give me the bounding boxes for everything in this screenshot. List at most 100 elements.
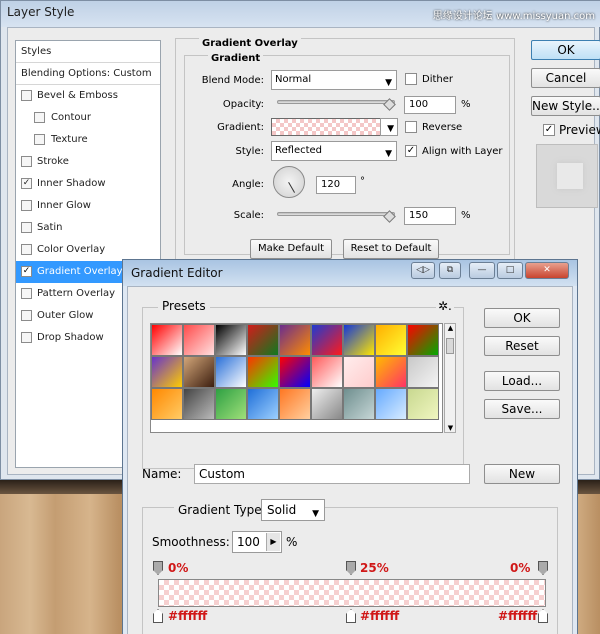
preset-swatch[interactable] bbox=[375, 356, 407, 388]
effect-label: Outer Glow bbox=[37, 310, 94, 321]
size-toggle-icon[interactable]: ◁▷ bbox=[411, 262, 435, 279]
gradient-overlay-title: Gradient Overlay bbox=[199, 38, 301, 49]
name-input[interactable]: Custom bbox=[194, 464, 470, 484]
opacity-stop-mid-value: 25% bbox=[360, 561, 389, 575]
preset-swatch[interactable] bbox=[215, 324, 247, 356]
effect-checkbox[interactable] bbox=[34, 134, 45, 145]
smoothness-value: 100 bbox=[237, 535, 260, 549]
preset-swatch[interactable] bbox=[151, 388, 183, 420]
scroll-thumb[interactable] bbox=[446, 338, 454, 354]
preset-swatch[interactable] bbox=[247, 356, 279, 388]
effect-checkbox[interactable] bbox=[34, 112, 45, 123]
scroll-down-icon[interactable]: ▼ bbox=[446, 424, 455, 432]
color-stop-left-value: #ffffff bbox=[168, 609, 208, 623]
new-style-button[interactable]: New Style... bbox=[531, 96, 600, 116]
preset-swatch[interactable] bbox=[215, 388, 247, 420]
gradient-preview-bar[interactable] bbox=[158, 579, 546, 607]
scroll-up-icon[interactable]: ▲ bbox=[446, 324, 455, 332]
reset-to-default-button[interactable]: Reset to Default bbox=[343, 239, 439, 259]
effect-row[interactable]: Bevel & Emboss bbox=[16, 85, 160, 107]
effect-row[interactable]: Contour bbox=[16, 107, 160, 129]
preset-swatch[interactable] bbox=[375, 388, 407, 420]
preset-swatch[interactable] bbox=[343, 388, 375, 420]
preset-swatch[interactable] bbox=[407, 388, 439, 420]
ge-ok-button[interactable]: OK bbox=[484, 308, 560, 328]
effect-checkbox[interactable] bbox=[21, 310, 32, 321]
close-icon[interactable]: ✕ bbox=[525, 262, 569, 279]
presets-scrollbar[interactable]: ▲ ▼ bbox=[444, 323, 456, 433]
effect-checkbox[interactable] bbox=[21, 244, 32, 255]
opacity-slider[interactable] bbox=[277, 100, 395, 104]
effect-row[interactable]: Inner Glow bbox=[16, 195, 160, 217]
preset-swatch[interactable] bbox=[279, 324, 311, 356]
minimize-icon[interactable]: — bbox=[469, 262, 495, 279]
smoothness-unit: % bbox=[286, 535, 298, 549]
preset-swatch[interactable] bbox=[247, 388, 279, 420]
preset-swatch[interactable] bbox=[183, 388, 215, 420]
chevron-right-icon[interactable]: ▶ bbox=[266, 533, 280, 551]
effect-checkbox[interactable] bbox=[21, 332, 32, 343]
preset-swatch[interactable] bbox=[343, 356, 375, 388]
gear-icon[interactable]: ✲. bbox=[436, 299, 454, 313]
ge-reset-button[interactable]: Reset bbox=[484, 336, 560, 356]
angle-dial[interactable] bbox=[273, 166, 305, 198]
preset-swatch[interactable] bbox=[279, 388, 311, 420]
scale-input[interactable]: 150 bbox=[404, 207, 456, 225]
preset-swatch[interactable] bbox=[407, 324, 439, 356]
effect-checkbox[interactable] bbox=[21, 200, 32, 211]
ge-load-button[interactable]: Load... bbox=[484, 371, 560, 391]
styles-header[interactable]: Styles bbox=[16, 41, 160, 63]
reverse-checkbox[interactable] bbox=[405, 121, 417, 133]
effect-checkbox[interactable]: ✓ bbox=[21, 266, 32, 277]
effect-row[interactable]: Texture bbox=[16, 129, 160, 151]
scale-label: Scale: bbox=[233, 210, 264, 221]
align-with-layer-checkbox[interactable]: ✓ bbox=[405, 145, 417, 157]
gradient-swatch[interactable] bbox=[271, 118, 381, 136]
preset-swatch[interactable] bbox=[247, 324, 279, 356]
preset-swatch[interactable] bbox=[279, 356, 311, 388]
make-default-button[interactable]: Make Default bbox=[250, 239, 332, 259]
dither-checkbox[interactable] bbox=[405, 73, 417, 85]
preset-swatch[interactable] bbox=[407, 356, 439, 388]
effect-checkbox[interactable] bbox=[21, 222, 32, 233]
preset-swatch[interactable] bbox=[375, 324, 407, 356]
opacity-input[interactable]: 100 bbox=[404, 96, 456, 114]
effect-row[interactable]: Stroke bbox=[16, 151, 160, 173]
preset-swatch[interactable] bbox=[183, 356, 215, 388]
gradient-picker-button[interactable]: ▼ bbox=[380, 118, 398, 136]
preset-swatch[interactable] bbox=[183, 324, 215, 356]
preset-swatch[interactable] bbox=[311, 388, 343, 420]
blend-mode-dropdown[interactable]: Normal ▼ bbox=[271, 70, 397, 90]
preset-swatch[interactable] bbox=[215, 356, 247, 388]
effect-row[interactable]: Satin bbox=[16, 217, 160, 239]
preset-swatch[interactable] bbox=[343, 324, 375, 356]
preset-swatch[interactable] bbox=[311, 356, 343, 388]
blending-options[interactable]: Blending Options: Custom bbox=[16, 63, 160, 85]
effect-row[interactable]: ✓ Inner Shadow bbox=[16, 173, 160, 195]
effect-row[interactable]: Color Overlay bbox=[16, 239, 160, 261]
ok-button[interactable]: OK bbox=[531, 40, 600, 60]
smoothness-input[interactable]: 100 ▶ bbox=[232, 531, 282, 553]
preset-swatch[interactable] bbox=[151, 324, 183, 356]
angle-input[interactable]: 120 bbox=[316, 176, 356, 194]
color-stop-mid-value: #ffffff bbox=[360, 609, 400, 623]
preset-swatch[interactable] bbox=[311, 324, 343, 356]
ge-save-button[interactable]: Save... bbox=[484, 399, 560, 419]
ge-new-button[interactable]: New bbox=[484, 464, 560, 484]
effect-label: Texture bbox=[51, 134, 88, 145]
cancel-button[interactable]: Cancel bbox=[531, 68, 600, 88]
effect-checkbox[interactable] bbox=[21, 90, 32, 101]
gradient-editor-titlebar[interactable]: Gradient Editor ◁▷ ⧉ — □ ✕ bbox=[123, 260, 577, 286]
preset-swatch[interactable] bbox=[151, 356, 183, 388]
maximize-icon[interactable]: □ bbox=[497, 262, 523, 279]
preview-checkbox[interactable]: ✓ bbox=[543, 124, 555, 136]
scale-slider[interactable] bbox=[277, 212, 395, 216]
align-with-layer-label: Align with Layer bbox=[422, 146, 503, 157]
style-dropdown[interactable]: Reflected ▼ bbox=[271, 141, 397, 161]
layer-style-titlebar[interactable]: Layer Style 思缘设计论坛 www.missyuan.com bbox=[1, 1, 600, 27]
restore-icon[interactable]: ⧉ bbox=[439, 262, 461, 279]
effect-checkbox[interactable]: ✓ bbox=[21, 178, 32, 189]
effect-checkbox[interactable] bbox=[21, 288, 32, 299]
effect-checkbox[interactable] bbox=[21, 156, 32, 167]
gradient-type-dropdown[interactable]: Solid ▼ bbox=[261, 499, 325, 521]
